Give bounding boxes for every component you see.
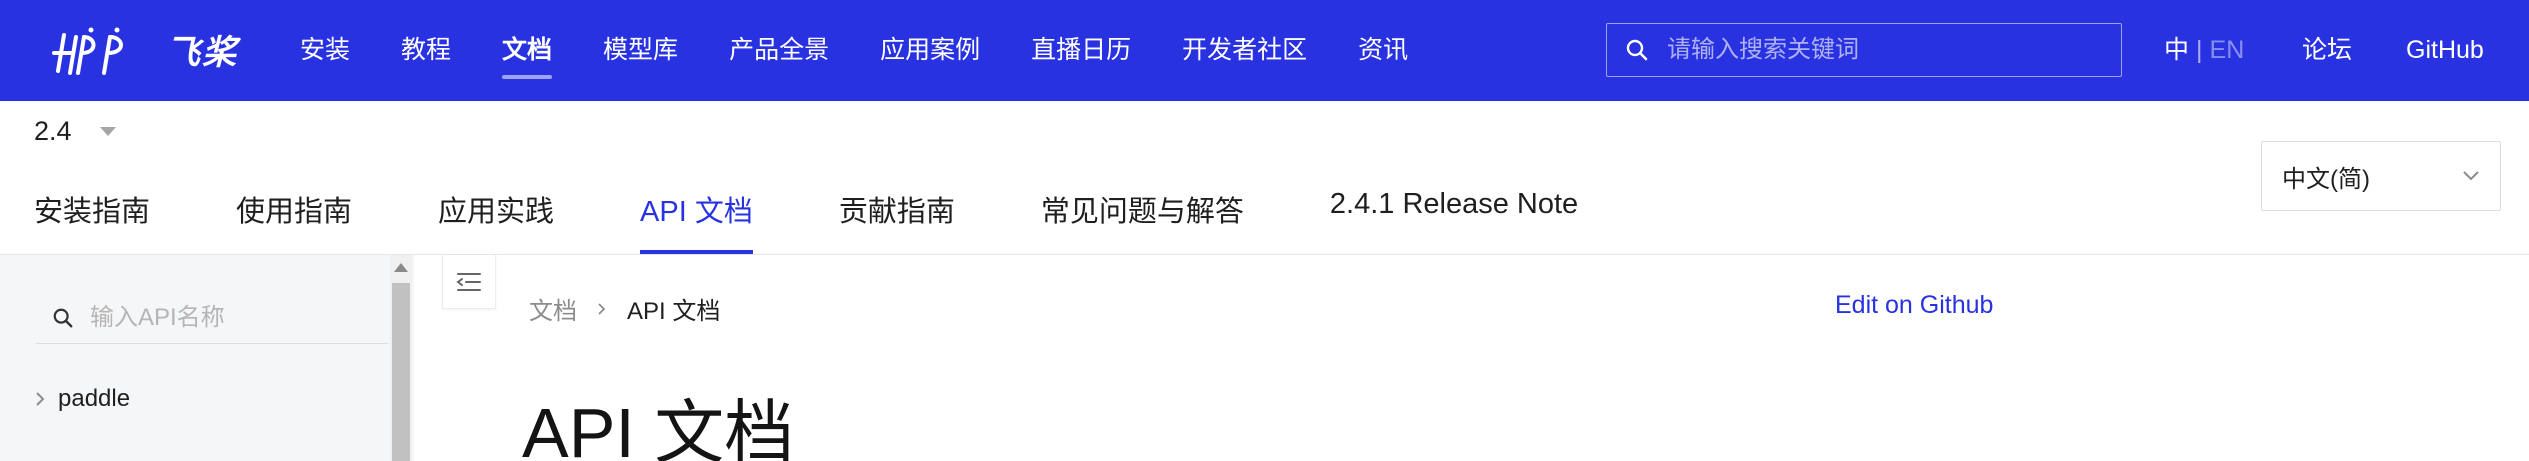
tab-practices[interactable]: 应用实践 (438, 188, 554, 254)
lang-en[interactable]: EN (2210, 36, 2245, 64)
nav-item-community[interactable]: 开发者社区 (1182, 0, 1307, 101)
tab-user-guide[interactable]: 使用指南 (236, 188, 352, 254)
breadcrumb: 文档 API 文档 (529, 291, 720, 326)
nav-item-install[interactable]: 安装 (300, 0, 350, 101)
nav-item-models[interactable]: 模型库 (603, 0, 678, 101)
api-search[interactable] (36, 292, 388, 344)
doc-language-value: 中文(简) (2282, 165, 2370, 193)
global-search-input[interactable] (1667, 36, 2107, 64)
nav-item-news[interactable]: 资讯 (1358, 0, 1408, 101)
language-switch: 中 | EN (2164, 0, 2244, 101)
edit-on-github-link[interactable]: Edit on Github (1835, 291, 1993, 320)
forum-link[interactable]: 论坛 (2302, 0, 2352, 101)
lang-separator: | (2196, 36, 2203, 64)
version-selector[interactable]: 2.4 (34, 116, 116, 147)
toc-collapse-icon (456, 272, 481, 291)
version-value: 2.4 (34, 116, 72, 146)
global-search[interactable] (1606, 23, 2122, 77)
paddle-logo[interactable]: 飞桨 (50, 14, 238, 84)
page-title: API 文档 (522, 394, 795, 461)
tree-item-label: paddle (58, 385, 131, 412)
breadcrumb-current: API 文档 (627, 298, 721, 325)
scroll-up-arrow[interactable] (394, 263, 408, 272)
chevron-right-icon (34, 391, 46, 407)
paddle-logo-icon (52, 27, 123, 75)
chevron-down-icon (2463, 171, 2479, 181)
nav-item-cases[interactable]: 应用案例 (880, 0, 980, 101)
toc-toggle-button[interactable] (442, 255, 496, 309)
nav-item-tutorial[interactable]: 教程 (401, 0, 451, 101)
tab-release-note[interactable]: 2.4.1 Release Note (1330, 188, 1578, 254)
top-navbar: 飞桨 安装 教程 文档 模型库 产品全景 应用案例 直播日历 开发者社区 资讯 … (0, 0, 2529, 101)
logo-text: 飞桨 (166, 33, 238, 72)
chevron-down-icon (99, 127, 116, 136)
lang-zh[interactable]: 中 (2164, 36, 2189, 64)
tree-item-paddle[interactable]: paddle (34, 385, 130, 413)
nav-item-products[interactable]: 产品全景 (729, 0, 829, 101)
breadcrumb-docs[interactable]: 文档 (529, 291, 577, 326)
chevron-right-icon (597, 301, 607, 317)
nav-item-docs[interactable]: 文档 (502, 0, 553, 101)
search-icon (52, 307, 82, 329)
tab-contribute[interactable]: 贡献指南 (839, 188, 955, 254)
tab-api-docs[interactable]: API 文档 (640, 188, 753, 254)
doc-tabs: 安装指南 使用指南 应用实践 API 文档 贡献指南 常见问题与解答 2.4.1… (34, 188, 1664, 254)
search-icon (1607, 38, 1667, 62)
github-link[interactable]: GitHub (2406, 0, 2484, 101)
doc-language-select[interactable]: 中文(简) (2261, 141, 2501, 211)
api-sidebar: paddle (0, 255, 414, 461)
nav-item-live-calendar[interactable]: 直播日历 (1031, 0, 1131, 101)
api-search-input[interactable] (90, 303, 380, 332)
scroll-thumb[interactable] (392, 283, 410, 461)
sidebar-scrollbar[interactable] (390, 255, 412, 461)
main-nav: 安装 教程 文档 模型库 产品全景 应用案例 直播日历 开发者社区 资讯 (300, 0, 1459, 101)
tab-faq[interactable]: 常见问题与解答 (1041, 188, 1244, 254)
tab-install-guide[interactable]: 安装指南 (34, 188, 150, 254)
